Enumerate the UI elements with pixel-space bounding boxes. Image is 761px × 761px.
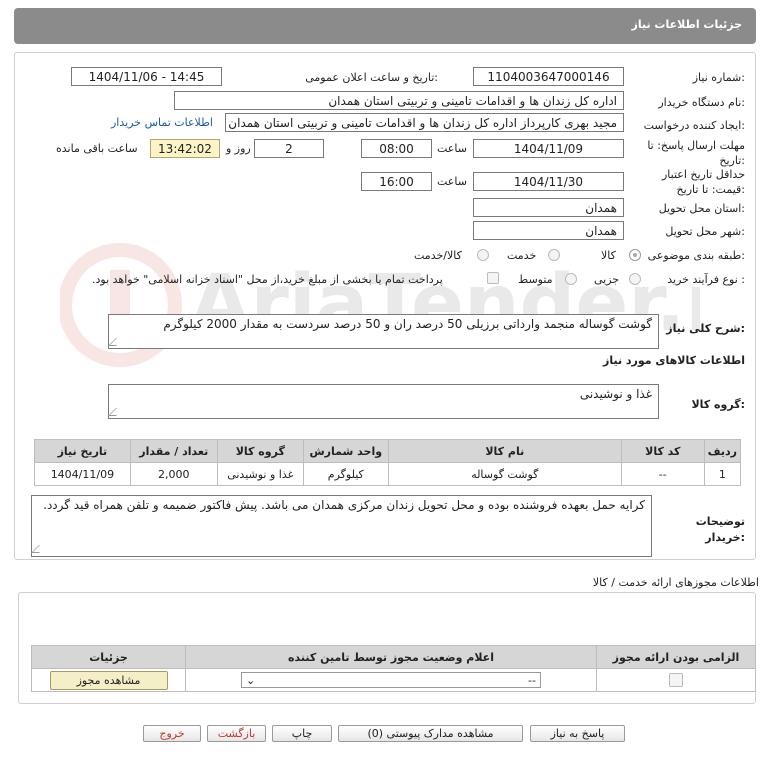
permits-table: الزامی بودن ارائه مجوز اعلام وضعیت مجوز … xyxy=(31,645,756,692)
purchase-type-label: نوع فرآیند خرید : xyxy=(667,273,745,286)
buyer-notes-textarea: کرایه حمل بعهده فروشنده بوده و محل تحویل… xyxy=(31,495,652,557)
category-radio-goods[interactable] xyxy=(629,249,641,261)
table-row: ⌄ -- مشاهده مجوز xyxy=(31,668,756,692)
permits-required-cell xyxy=(596,668,756,692)
permits-col-required: الزامی بودن ارائه مجوز xyxy=(596,645,756,669)
cell-unit: کیلوگرم xyxy=(302,462,389,486)
description-textarea: گوشت گوساله منجمد وارداتی برزیلی 50 درصد… xyxy=(108,314,659,349)
need-number-label: شماره نیاز: xyxy=(692,71,745,84)
purchase-radio-minor[interactable] xyxy=(629,273,641,285)
price-validity-date-field: 1404/11/30 xyxy=(473,172,624,191)
requester-label: ایجاد کننده درخواست: xyxy=(643,119,745,132)
cell-name: گوشت گوساله xyxy=(387,462,622,486)
chevron-down-icon: ⌄ xyxy=(246,673,256,687)
category-label: طبقه بندی موضوعی: xyxy=(647,249,745,262)
delivery-province-field: همدان xyxy=(473,198,624,217)
reply-date-field: 1404/11/09 xyxy=(473,139,624,158)
permits-details-cell: مشاهده مجوز xyxy=(31,668,186,692)
price-validity-time-label: ساعت xyxy=(437,175,467,188)
treasury-note: پرداخت تمام یا بخشی از مبلغ خرید،از محل … xyxy=(92,273,443,286)
purchase-option-minor: جزیی xyxy=(594,273,620,286)
col-group: گروه کالا xyxy=(216,439,304,463)
col-row: ردیف xyxy=(703,439,742,463)
price-validity-time-field: 16:00 xyxy=(361,172,432,191)
goods-group-label: گروه کالا: xyxy=(691,398,745,411)
category-radio-service[interactable] xyxy=(548,249,560,261)
permit-status-value: -- xyxy=(528,673,536,687)
reply-days-label: روز و xyxy=(226,142,251,155)
back-button[interactable]: بازگشت xyxy=(207,725,266,742)
description-label: شرح کلی نیاز: xyxy=(666,322,745,335)
page-title: جزئیات اطلاعات نیاز xyxy=(631,18,743,31)
category-option-goods: کالا xyxy=(601,249,616,262)
attachments-button[interactable]: مشاهده مدارک پیوستی (0) xyxy=(338,725,523,742)
col-name: نام کالا xyxy=(387,439,622,463)
purchase-radio-medium[interactable] xyxy=(565,273,577,285)
delivery-province-label: استان محل تحویل: xyxy=(658,202,745,215)
items-table-header: ردیف کد کالا نام کالا واحد شمارش گروه کا… xyxy=(34,439,742,463)
description-text: گوشت گوساله منجمد وارداتی برزیلی 50 درصد… xyxy=(163,317,652,331)
reply-days-field: 2 xyxy=(254,139,324,158)
delivery-city-label: شهر محل تحویل: xyxy=(665,225,745,238)
permits-status-cell: ⌄ -- xyxy=(185,668,597,692)
page-header: جزئیات اطلاعات نیاز xyxy=(14,8,756,44)
permits-table-header: الزامی بودن ارائه مجوز اعلام وضعیت مجوز … xyxy=(31,645,756,669)
category-option-goods-service: کالا/خدمت xyxy=(414,249,462,262)
goods-group-text: غذا و نوشیدنی xyxy=(579,387,652,401)
category-option-service: خدمت xyxy=(507,249,537,262)
announce-label: تاریخ و ساعت اعلان عمومی: xyxy=(305,71,438,84)
buyer-notes-text: کرایه حمل بعهده فروشنده بوده و محل تحویل… xyxy=(43,498,645,512)
reply-button[interactable]: پاسخ به نیاز xyxy=(530,725,625,742)
delivery-city-field: همدان xyxy=(473,221,624,240)
permit-status-select[interactable]: ⌄ -- xyxy=(241,672,541,688)
view-permit-button[interactable]: مشاهده مجوز xyxy=(49,670,168,690)
treasury-checkbox[interactable] xyxy=(487,272,499,284)
requester-field: مجید بهری کارپرداز اداره کل زندان ها و ا… xyxy=(225,113,624,132)
exit-button[interactable]: خروج xyxy=(143,725,201,742)
print-button[interactable]: چاپ xyxy=(272,725,332,742)
remaining-time-label: ساعت باقی مانده xyxy=(56,142,138,155)
permit-required-checkbox[interactable] xyxy=(669,673,683,687)
reply-time-label: ساعت xyxy=(437,142,467,155)
reply-deadline-label: مهلت ارسال پاسخ: تا تاریخ: xyxy=(647,139,745,167)
buyer-contact-link[interactable]: اطلاعات تماس خریدار xyxy=(111,116,213,129)
category-radio-goods-service[interactable] xyxy=(477,249,489,261)
cell-code: -- xyxy=(620,462,705,486)
buyer-notes-label: توضیحات خریدار: xyxy=(695,515,745,544)
price-validity-label: حداقل تاریخ اعتبار قیمت: تا تاریخ: xyxy=(661,168,745,196)
col-date: تاریخ نیاز xyxy=(34,439,131,463)
permits-col-details: جزئیات xyxy=(31,645,186,669)
buyer-org-field: اداره کل زندان ها و اقدامات تامینی و ترب… xyxy=(174,91,624,110)
announce-field: 1404/11/06 - 14:45 xyxy=(71,67,222,86)
col-qty: تعداد / مقدار xyxy=(129,439,218,463)
buyer-org-label: نام دستگاه خریدار: xyxy=(658,96,745,109)
permits-title: اطلاعات مجوزهای ارائه خدمت / کالا xyxy=(592,576,759,589)
need-number-field: 1104003647000146 xyxy=(473,67,624,86)
cell-row: 1 xyxy=(703,462,742,486)
reply-time-field: 08:00 xyxy=(361,139,432,158)
table-row: 1 -- گوشت گوساله کیلوگرم غذا و نوشیدنی 2… xyxy=(34,462,742,486)
goods-section-title: اطلاعات کالاهای مورد نیاز xyxy=(603,354,745,367)
items-table: ردیف کد کالا نام کالا واحد شمارش گروه کا… xyxy=(34,439,742,486)
remaining-time-field: 13:42:02 xyxy=(150,139,220,158)
cell-date: 1404/11/09 xyxy=(34,462,131,486)
cell-group: غذا و نوشیدنی xyxy=(216,462,304,486)
cell-qty: 2,000 xyxy=(129,462,218,486)
col-code: کد کالا xyxy=(620,439,705,463)
col-unit: واحد شمارش xyxy=(302,439,389,463)
permits-col-status: اعلام وضعیت مجوز توسط تامین کننده xyxy=(185,645,597,669)
purchase-option-medium: متوسط xyxy=(518,273,553,286)
goods-group-textarea: غذا و نوشیدنی xyxy=(108,384,659,419)
